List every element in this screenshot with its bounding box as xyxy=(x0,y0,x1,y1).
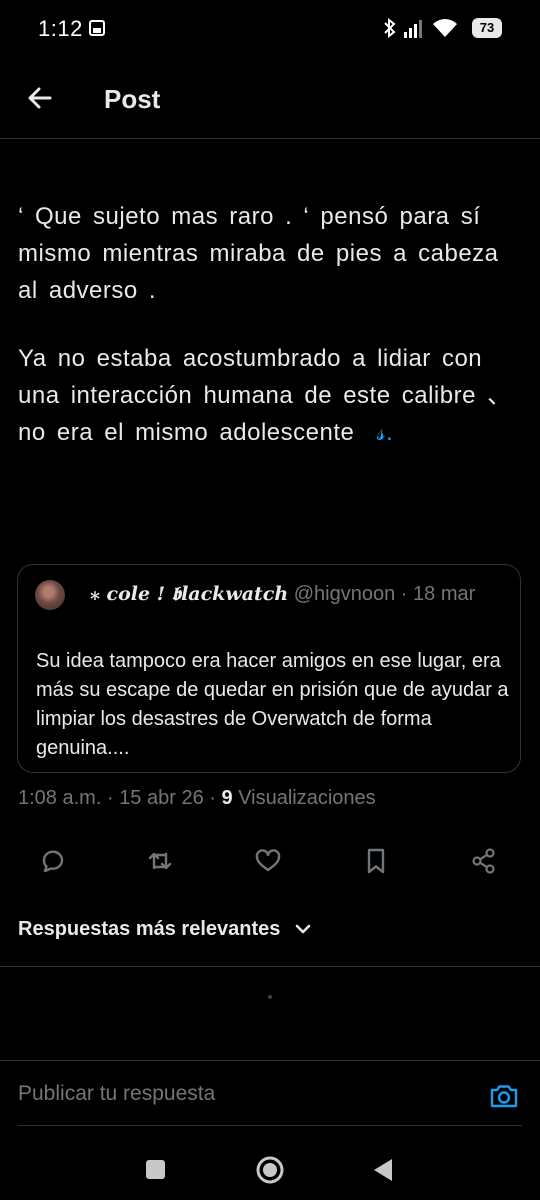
post-date: 15 abr 26 xyxy=(119,787,204,809)
quote-header: ⁎ cole ! 𝖇lackwatch @higvnoon · 18 mar xyxy=(90,583,475,606)
bookmark-icon[interactable] xyxy=(361,846,395,880)
reply-input[interactable]: Publicar tu respuesta xyxy=(18,1082,438,1106)
system-nav-bar xyxy=(0,1140,540,1200)
meta-separator: · xyxy=(209,787,216,809)
views-count: 9 xyxy=(221,787,233,809)
views-label: Visualizaciones xyxy=(238,787,376,809)
recents-icon[interactable] xyxy=(136,1150,176,1190)
loading-indicator xyxy=(268,995,272,999)
meta-separator: · xyxy=(106,787,114,809)
battery-indicator: 73 xyxy=(472,18,502,38)
post-paragraph-text: Ya no estaba acostumbrado a lidiar con u… xyxy=(18,345,512,446)
post-time: 1:08 a.m. xyxy=(18,787,102,809)
screenshot-notification-icon xyxy=(88,19,106,42)
back-icon[interactable] xyxy=(364,1150,404,1190)
share-icon[interactable] xyxy=(469,846,503,880)
post-paragraph: ‘ Que sujeto mas raro . ‘ pensó para sí … xyxy=(18,203,499,304)
retweet-icon[interactable] xyxy=(145,846,179,880)
replies-sort-dropdown[interactable]: Respuestas más relevantes xyxy=(18,918,312,941)
input-underline xyxy=(18,1125,522,1126)
camera-icon[interactable] xyxy=(488,1080,520,1112)
status-time: 1:12 xyxy=(38,16,83,41)
post-text: ‘ Que sujeto mas raro . ‘ pensó para sí … xyxy=(18,198,518,451)
quote-text: Su idea tampoco era hacer amigos en ese … xyxy=(36,650,509,759)
chevron-down-icon xyxy=(294,918,312,941)
avatar[interactable] xyxy=(35,580,65,610)
status-icons: 73 xyxy=(382,14,502,44)
page-title: Post xyxy=(104,84,161,114)
action-bar xyxy=(0,842,540,888)
quote-display-name: ⁎ cole ! 𝖇lackwatch xyxy=(90,583,289,605)
wifi-icon xyxy=(432,18,458,43)
quote-handle: @higvnoon xyxy=(293,583,396,605)
replies-sort-label: Respuestas más relevantes xyxy=(18,918,281,940)
quoted-post[interactable]: ⁎ cole ! 𝖇lackwatch @higvnoon · 18 mar S… xyxy=(17,564,521,773)
status-bar: 1:12 73 xyxy=(0,0,540,60)
post-paragraph: Ya no estaba acostumbrado a lidiar con u… xyxy=(18,340,518,451)
signal-icon xyxy=(404,18,426,43)
quote-separator: · xyxy=(400,583,408,605)
header: Post xyxy=(0,62,540,139)
post-link[interactable]: 𝓈. xyxy=(377,419,394,446)
divider xyxy=(0,966,540,967)
post-meta: 1:08 a.m. · 15 abr 26 · 9 Visualizacione… xyxy=(18,787,376,810)
home-icon[interactable] xyxy=(250,1150,290,1190)
reply-icon[interactable] xyxy=(38,846,72,880)
divider xyxy=(0,1060,540,1061)
quote-date: 18 mar xyxy=(413,583,476,605)
bluetooth-icon xyxy=(382,17,398,44)
back-arrow-icon[interactable] xyxy=(22,80,58,116)
like-icon[interactable] xyxy=(253,846,287,880)
